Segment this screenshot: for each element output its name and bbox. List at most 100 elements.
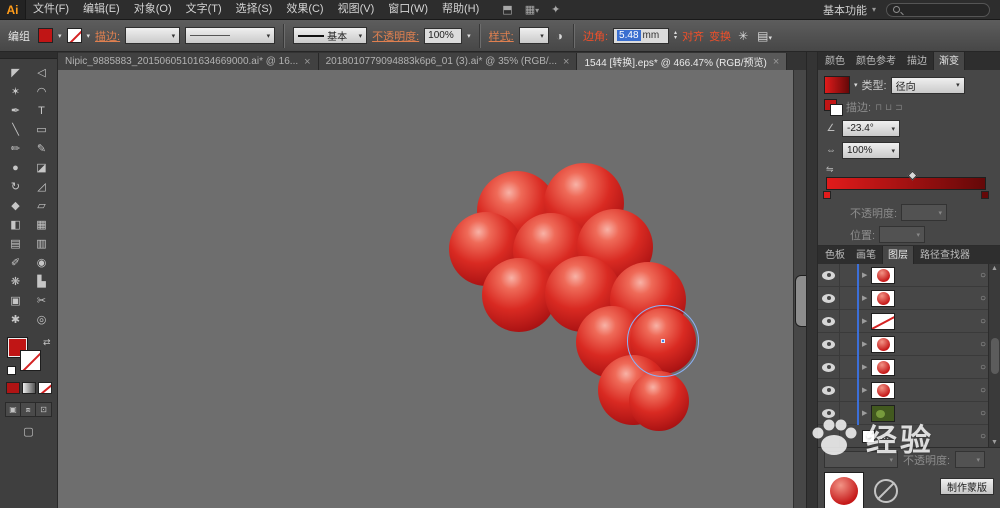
search-input[interactable] [886, 3, 990, 17]
layers-scrollbar-thumb[interactable] [991, 338, 999, 374]
blend-mode-dropdown[interactable]: ▾ [824, 451, 898, 468]
isolate-selected-object-icon[interactable]: ✳ [736, 29, 750, 43]
artboard-tool[interactable]: ▣ [3, 291, 29, 310]
toolbar-stroke-swatch[interactable] [20, 350, 41, 371]
screen-mode-button[interactable]: ▢ [23, 425, 33, 438]
layer-row[interactable]: ▶○ [818, 333, 1000, 356]
scroll-down-icon[interactable]: ▼ [991, 439, 998, 446]
align-link[interactable]: 对齐 [682, 28, 704, 44]
panel-tab[interactable]: 色板 [820, 246, 850, 264]
variable-width-profile-dropdown[interactable]: ▾ [185, 27, 275, 44]
fill-color-swatch[interactable] [38, 28, 53, 43]
eyedropper-tool[interactable]: ✐ [3, 253, 29, 272]
draw-behind-button[interactable]: ⧈ [21, 403, 36, 416]
recolor-artwork-icon[interactable]: ◑ [554, 29, 565, 43]
menu-item[interactable]: 编辑(E) [76, 3, 127, 15]
layer-row[interactable]: ▶○ [818, 264, 1000, 287]
target-circle-icon[interactable]: ○ [980, 385, 986, 396]
selection-tool[interactable]: ◤ [3, 63, 29, 82]
menu-item[interactable]: 文件(F) [26, 3, 76, 15]
draw-inside-button[interactable]: ⊡ [36, 403, 51, 416]
symbol-sprayer-tool[interactable]: ❋ [3, 272, 29, 291]
document-tab[interactable]: 2018010779094883k6p6_01 (3).ai* @ 35% (R… [319, 53, 578, 70]
visibility-toggle[interactable] [818, 425, 840, 447]
transform-link[interactable]: 变换 [709, 28, 731, 44]
document-tab[interactable]: Nipic_9885883_20150605101634669000.ai* @… [58, 53, 319, 70]
gradient-swatch-dropdown-icon[interactable]: ▾ [854, 81, 858, 89]
gradient-aspect-field[interactable]: 100%▾ [842, 142, 900, 159]
close-tab-icon[interactable]: × [563, 57, 569, 67]
pencil-tool[interactable]: ✎ [29, 139, 55, 158]
stop-opacity-field[interactable]: ▾ [901, 204, 947, 221]
visibility-toggle[interactable] [818, 333, 840, 355]
stroke-weight-dropdown[interactable]: ▾ [125, 27, 180, 44]
rectangle-tool[interactable]: ▭ [29, 120, 55, 139]
visibility-toggle[interactable] [818, 264, 840, 286]
object-thumbnail[interactable] [824, 472, 864, 508]
gradient-mode-button[interactable] [22, 382, 36, 394]
control-panel-menu-icon[interactable]: ▤▾ [755, 29, 774, 43]
hand-tool[interactable]: ✱ [3, 310, 29, 329]
stop-location-field[interactable]: ▾ [879, 226, 925, 243]
menu-item[interactable]: 选择(S) [229, 3, 280, 15]
opacity-link[interactable]: 不透明度: [372, 28, 419, 44]
layer-row[interactable]: ▶○ [818, 356, 1000, 379]
toolbar-grip[interactable] [0, 52, 57, 59]
zoom-tool[interactable]: ◎ [29, 310, 55, 329]
layer-row[interactable]: ▶○ [818, 402, 1000, 425]
corner-field[interactable]: 5.48mm [613, 28, 669, 44]
menu-item[interactable]: 帮助(H) [435, 3, 486, 15]
none-mode-button[interactable] [38, 382, 52, 394]
brush-definition-dropdown[interactable]: 基本▾ [293, 27, 367, 44]
target-circle-icon[interactable]: ○ [980, 316, 986, 327]
visibility-toggle[interactable] [818, 402, 840, 424]
gradient-swatch[interactable] [824, 76, 850, 94]
stroke-color-swatch[interactable] [67, 28, 82, 43]
panel-tab[interactable]: 颜色参考 [851, 52, 901, 70]
panel-tab[interactable]: 画笔 [851, 246, 881, 264]
gradient-tool[interactable]: ▥ [29, 234, 55, 253]
scale-tool[interactable]: ◿ [29, 177, 55, 196]
layer-row[interactable]: ▶○ [818, 379, 1000, 402]
eraser-tool[interactable]: ◪ [29, 158, 55, 177]
mesh-tool[interactable]: ▤ [3, 234, 29, 253]
workspace-switcher[interactable]: 基本功能 ▾ [823, 2, 876, 18]
stroke-weight-link[interactable]: 描边: [95, 28, 120, 44]
rotate-tool[interactable]: ↻ [3, 177, 29, 196]
expand-arrow-icon[interactable]: ▶ [862, 317, 867, 325]
document-tab[interactable]: 1544 [转换].eps* @ 466.47% (RGB/预览)× [577, 53, 787, 70]
layer-row[interactable]: ...○ [818, 425, 1000, 448]
gradient-fill-stroke-toggle[interactable] [824, 99, 842, 115]
panel-tab[interactable]: 描边 [902, 52, 932, 70]
magic-wand-tool[interactable]: ✶ [3, 82, 29, 101]
close-tab-icon[interactable]: × [304, 57, 310, 67]
fill-dropdown-icon[interactable]: ▾ [58, 32, 62, 40]
width-tool[interactable]: ◆ [3, 196, 29, 215]
expand-arrow-icon[interactable]: ▶ [862, 386, 867, 394]
visibility-toggle[interactable] [818, 310, 840, 332]
corner-link[interactable]: 边角: [583, 28, 608, 44]
dock-collapse-gutter[interactable] [807, 52, 818, 508]
visibility-toggle[interactable] [818, 287, 840, 309]
reverse-gradient-icon[interactable]: ⇋ [826, 164, 840, 175]
draw-normal-button[interactable]: ▣ [6, 403, 21, 416]
panel-tab[interactable]: 渐变 [933, 52, 965, 70]
blend-tool[interactable]: ◉ [29, 253, 55, 272]
scroll-up-icon[interactable]: ▲ [991, 265, 998, 272]
color-mode-button[interactable] [6, 382, 20, 394]
menu-item[interactable]: 效果(C) [279, 3, 330, 15]
default-fill-stroke-icon[interactable] [7, 366, 16, 375]
expand-arrow-icon[interactable]: ▶ [862, 271, 867, 279]
gradient-angle-field[interactable]: -23.4°▾ [842, 120, 900, 137]
expand-arrow-icon[interactable]: ▶ [862, 294, 867, 302]
visibility-toggle[interactable] [818, 379, 840, 401]
layer-row[interactable]: ▶○ [818, 287, 1000, 310]
gradient-stop-start[interactable] [823, 191, 831, 199]
menu-item[interactable]: 窗口(W) [381, 3, 435, 15]
canvas-vertical-scrollbar[interactable] [793, 70, 806, 508]
gradient-stop-end[interactable] [981, 191, 989, 199]
cs-live-icon[interactable]: ✦ [551, 3, 560, 16]
make-mask-button[interactable]: 制作蒙版 [940, 478, 994, 495]
panel-tab[interactable]: 路径查找器 [915, 246, 975, 264]
gradient-ramp[interactable] [826, 177, 986, 190]
